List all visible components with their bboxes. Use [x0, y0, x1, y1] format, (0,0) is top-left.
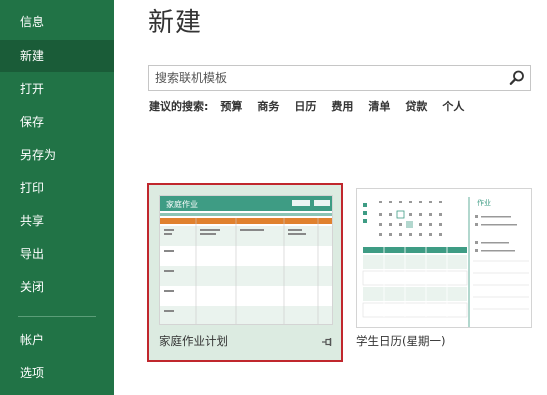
sidebar-item-export[interactable]: 导出 [0, 238, 114, 270]
suggested-link-calendar[interactable]: 日历 [294, 98, 316, 114]
suggested-searches-label: 建议的搜索: [149, 100, 209, 113]
sidebar-item-save-as[interactable]: 另存为 [0, 139, 114, 171]
sidebar-item-options[interactable]: 选项 [0, 357, 114, 389]
thumb-heading: 作业 [477, 198, 491, 207]
template-thumbnail: 家庭作业 [159, 195, 333, 325]
pin-icon[interactable] [321, 336, 333, 348]
search-input[interactable] [149, 66, 503, 90]
template-card-student-calendar[interactable]: 作业 学生日历(星期一) [354, 186, 534, 361]
backstage-sidebar: 信息 新建 打开 保存 另存为 打印 共享 导出 关闭 帐户 选项 [0, 0, 114, 395]
suggested-link-expense[interactable]: 费用 [331, 98, 353, 114]
sidebar-item-account[interactable]: 帐户 [0, 324, 114, 356]
suggested-link-personal[interactable]: 个人 [442, 98, 464, 114]
sidebar-item-open[interactable]: 打开 [0, 73, 114, 105]
suggested-link-business[interactable]: 商务 [257, 98, 279, 114]
suggested-link-budget[interactable]: 预算 [220, 98, 242, 114]
sidebar-divider [18, 316, 96, 317]
template-caption: 学生日历(星期一) [356, 334, 446, 348]
sidebar-item-share[interactable]: 共享 [0, 205, 114, 237]
search-box [148, 65, 531, 91]
page-title: 新建 [148, 8, 203, 38]
suggested-searches: 建议的搜索: 预算 商务 日历 费用 清单 贷款 个人 [149, 97, 479, 115]
suggested-link-list[interactable]: 清单 [368, 98, 390, 114]
suggested-link-loan[interactable]: 贷款 [405, 98, 427, 114]
sidebar-item-print[interactable]: 打印 [0, 172, 114, 204]
search-icon[interactable] [508, 69, 526, 87]
template-card-homework-planner[interactable]: 家庭作业 家庭作业计划 [147, 183, 343, 362]
template-caption: 家庭作业计划 [159, 334, 228, 348]
sidebar-item-info[interactable]: 信息 [0, 6, 114, 38]
sidebar-item-new[interactable]: 新建 [0, 40, 114, 72]
sidebar-item-close[interactable]: 关闭 [0, 271, 114, 303]
sidebar-item-save[interactable]: 保存 [0, 106, 114, 138]
thumb-title: 家庭作业 [166, 199, 198, 209]
template-thumbnail: 作业 [356, 188, 532, 328]
